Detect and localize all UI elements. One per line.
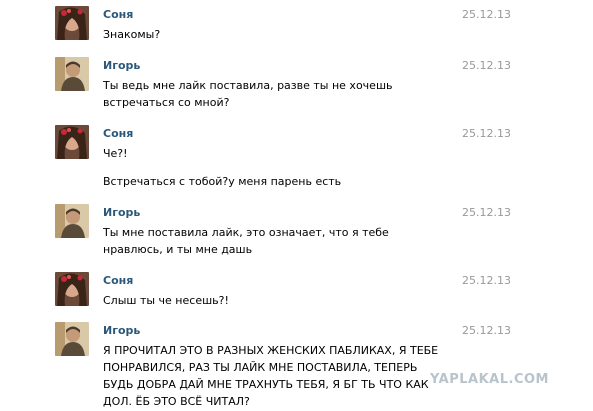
- igor-avatar[interactable]: [55, 204, 89, 238]
- message-date: 25.12.13: [462, 206, 511, 219]
- message-author[interactable]: Соня: [103, 8, 133, 21]
- message-text: Я ПРОЧИТАЛ ЭТО В РАЗНЫХ ЖЕНСКИХ ПАБЛИКАХ…: [103, 344, 439, 408]
- message-thread: Соня 25.12.13 Знакомы? Игорь 25.12.13 Ты…: [0, 0, 593, 411]
- sonya-avatar[interactable]: [55, 125, 89, 159]
- message-date: 25.12.13: [462, 274, 511, 287]
- message-text: Ты ведь мне лайк поставила, разве ты не …: [103, 79, 393, 109]
- message-author[interactable]: Игорь: [103, 206, 140, 219]
- sonya-avatar[interactable]: [55, 272, 89, 306]
- igor-avatar[interactable]: [55, 322, 89, 356]
- message-date: 25.12.13: [462, 59, 511, 72]
- site-watermark: YAPLAKAL.COM: [430, 372, 549, 387]
- message-author[interactable]: Игорь: [103, 59, 140, 72]
- message-date: 25.12.13: [462, 8, 511, 21]
- message-date: 25.12.13: [462, 127, 511, 140]
- sonya-avatar[interactable]: [55, 6, 89, 40]
- message-author[interactable]: Соня: [103, 274, 133, 287]
- message-author[interactable]: Игорь: [103, 324, 140, 337]
- message-text: Че?!: [103, 147, 128, 160]
- message-text: Ты мне поставила лайк, это означает, что…: [103, 226, 389, 256]
- igor-avatar[interactable]: [55, 57, 89, 91]
- message-author[interactable]: Соня: [103, 127, 133, 140]
- message-date: 25.12.13: [462, 324, 511, 337]
- message-text: Встречаться с тобой?у меня парень есть: [103, 175, 342, 188]
- message-text: Знакомы?: [103, 28, 161, 41]
- message-text: Слыш ты че несешь?!: [103, 294, 229, 307]
